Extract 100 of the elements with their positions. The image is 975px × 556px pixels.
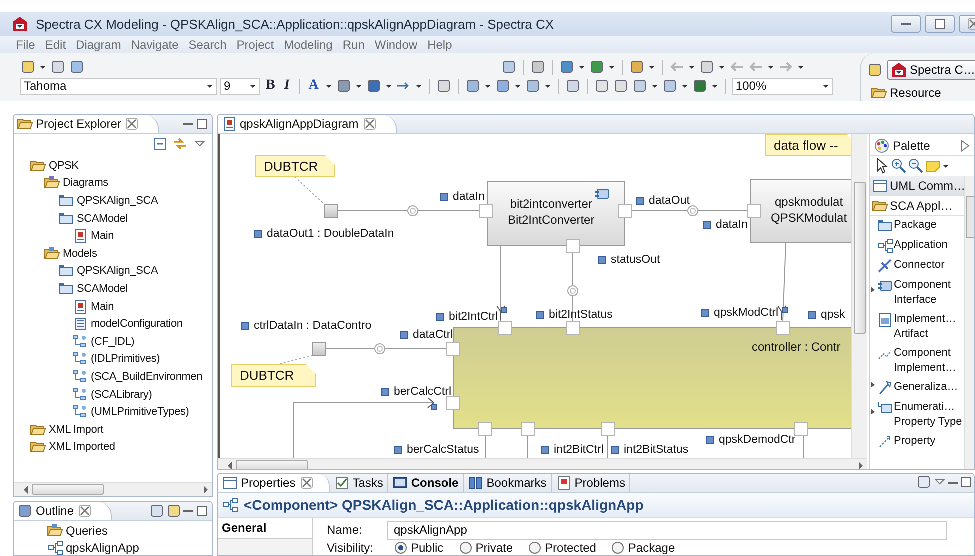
palette-drawer[interactable]: UML Comm… — [870, 176, 964, 196]
socket-icon — [688, 206, 698, 216]
folder-icon[interactable] — [871, 85, 887, 101]
format-button[interactable]: A — [306, 78, 322, 94]
outline-item[interactable]: qpskAlignApp — [66, 541, 140, 555]
perspective-button[interactable]: Spectra C… — [887, 60, 975, 80]
format-button[interactable]: I — [281, 78, 293, 94]
tree-item[interactable]: XML Import — [49, 424, 104, 436]
port — [747, 204, 761, 218]
tree-item[interactable]: SCAModel — [77, 212, 128, 225]
port — [618, 204, 632, 218]
vertical-scrollbar[interactable] — [851, 134, 867, 458]
tree-item[interactable]: QPSK — [49, 160, 79, 172]
restore-icon — [932, 16, 948, 32]
menu-item[interactable]: Diagram — [71, 38, 126, 52]
port-label: qpsk — [821, 309, 846, 321]
font-size-dropdown[interactable]: 9 — [220, 78, 260, 94]
tree-item[interactable]: (SCALibrary) — [91, 388, 152, 401]
section-tab[interactable]: General — [218, 518, 312, 539]
close-icon[interactable] — [77, 503, 94, 519]
view-tab[interactable]: Tasks — [330, 474, 388, 492]
tree-item[interactable]: Main — [91, 300, 114, 313]
minimize-icon[interactable] — [948, 482, 958, 485]
menu-item[interactable]: Window — [370, 38, 423, 52]
tree-item[interactable]: Models — [63, 248, 98, 260]
menu-item[interactable]: Navigate — [126, 38, 184, 52]
palette-tool[interactable]: Package — [894, 218, 964, 233]
port-label: statusOut — [611, 254, 660, 266]
vertical-scrollbar[interactable] — [964, 176, 974, 469]
menu-item[interactable]: Project — [232, 38, 280, 52]
tree-item[interactable]: modelConfiguration — [91, 318, 183, 330]
palette-tool[interactable]: Generaliza… — [894, 380, 964, 395]
zoom-dropdown[interactable]: 100% — [732, 78, 833, 94]
menu-item[interactable]: Modeling — [279, 38, 338, 52]
port-icon — [541, 446, 549, 454]
property-icon — [877, 434, 893, 450]
format-button[interactable]: B — [263, 78, 278, 94]
horizontal-scrollbar[interactable] — [14, 482, 212, 496]
maximize-icon[interactable] — [194, 116, 210, 132]
view-tab[interactable]: Problems — [552, 474, 630, 492]
view-tab[interactable]: Bookmarks — [464, 474, 552, 492]
tree-item[interactable]: Diagrams — [63, 177, 108, 190]
palette-tool[interactable]: Enumerati… Property Type — [894, 400, 964, 430]
name-field[interactable]: qpskAlignApp — [387, 520, 947, 540]
tree-item[interactable]: SCAModel — [77, 282, 128, 295]
port-icon — [808, 311, 816, 319]
view-tab[interactable]: Console — [388, 474, 464, 492]
menu-item[interactable]: Edit — [40, 38, 72, 52]
bookmarks-icon — [468, 475, 484, 492]
port-label: qpskDemodCtr — [719, 434, 796, 446]
tree-item[interactable]: (CF_IDL) — [91, 336, 135, 348]
close-icon[interactable] — [124, 116, 140, 132]
port-icon — [636, 197, 644, 205]
maximize-icon[interactable] — [958, 474, 974, 490]
horizontal-scrollbar[interactable] — [218, 458, 867, 469]
field-label: Visibility: — [327, 541, 374, 555]
minimize-icon[interactable] — [183, 122, 193, 126]
logo-icon[interactable] — [891, 62, 907, 78]
menu-item[interactable]: File — [11, 38, 40, 52]
palette-tool[interactable]: Component Implement… — [894, 346, 964, 376]
tree-item[interactable]: Main — [91, 230, 114, 242]
tree-item[interactable]: QPSKAlign_SCA — [77, 265, 158, 278]
close-icon[interactable] — [298, 475, 315, 492]
tree-item[interactable]: XML Imported — [49, 441, 116, 454]
close-icon[interactable] — [362, 116, 378, 132]
palette-tool[interactable]: Application — [894, 238, 964, 253]
zoom-out-icon[interactable] — [908, 158, 924, 174]
view-tab[interactable]: Properties — [218, 474, 330, 492]
palette-tool[interactable]: Implement… Artifact — [894, 312, 964, 342]
radio-button[interactable] — [393, 540, 409, 555]
palette-tool[interactable]: Property — [894, 434, 964, 449]
font-dropdown[interactable]: Tahoma — [20, 78, 217, 94]
port-label: qpskModCtrl — [714, 307, 779, 319]
radio-button[interactable] — [610, 540, 626, 555]
menu-item[interactable]: Run — [338, 38, 370, 52]
tree-item[interactable]: (SCA_BuildEnvironmen — [91, 370, 203, 383]
menu-item[interactable]: Help — [422, 38, 458, 52]
palette-tool[interactable]: Component Interface — [894, 278, 964, 308]
outline-item[interactable]: Queries — [66, 524, 108, 538]
palette-tool[interactable]: Connector — [894, 258, 964, 273]
package-icon — [58, 192, 74, 209]
collapse-all-icon[interactable] — [152, 136, 168, 152]
maximize-button[interactable] — [925, 15, 955, 33]
radio-button[interactable] — [458, 540, 474, 555]
maximize-icon[interactable] — [194, 503, 210, 519]
tree-item[interactable]: (UMLPrimitiveTypes) — [91, 406, 190, 418]
palette-drawer[interactable]: SCA Appl… — [870, 196, 964, 216]
port-icon — [436, 313, 444, 321]
menu-item[interactable]: Search — [184, 38, 232, 52]
minimize-button[interactable] — [891, 15, 921, 33]
perspective-button[interactable]: Resource — [867, 83, 946, 103]
component-name: controller : Contr — [752, 340, 841, 354]
minimize-icon[interactable] — [183, 510, 193, 512]
radio-button[interactable] — [527, 540, 544, 555]
package-icon — [877, 218, 893, 234]
interface-icon — [877, 278, 893, 294]
link-icon[interactable] — [172, 136, 188, 152]
tree-item[interactable]: (IDLPrimitives) — [91, 353, 160, 366]
zoom-in-icon[interactable] — [891, 158, 907, 174]
tree-item[interactable]: QPSKAlign_SCA — [77, 194, 158, 207]
